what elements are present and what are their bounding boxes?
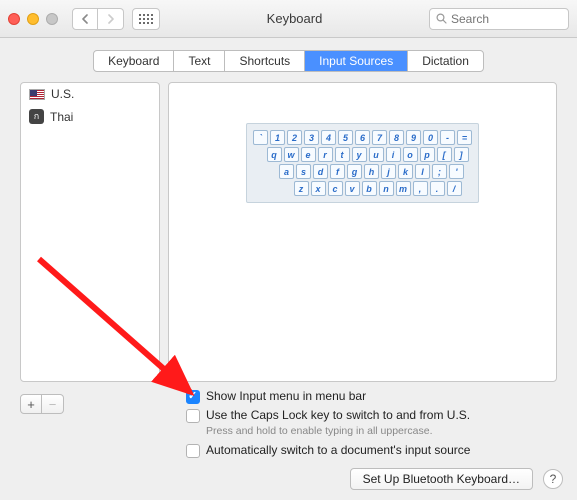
minimize-icon[interactable] xyxy=(27,13,39,25)
source-item-thai[interactable]: ก Thai xyxy=(21,105,159,128)
caps-lock-note: Press and hold to enable typing in all u… xyxy=(206,425,470,437)
grid-icon xyxy=(139,14,153,24)
key: l xyxy=(415,164,430,179)
key: v xyxy=(345,181,360,196)
help-button[interactable]: ? xyxy=(543,469,563,489)
key: c xyxy=(328,181,343,196)
key: f xyxy=(330,164,345,179)
bottom-bar: Set Up Bluetooth Keyboard… ? xyxy=(350,468,563,490)
key: - xyxy=(440,130,455,145)
key: / xyxy=(447,181,462,196)
window-title: Keyboard xyxy=(168,11,421,26)
titlebar: Keyboard xyxy=(0,0,577,38)
key: ; xyxy=(432,164,447,179)
key: h xyxy=(364,164,379,179)
key: q xyxy=(267,147,282,162)
thai-icon: ก xyxy=(29,109,44,124)
key: u xyxy=(369,147,384,162)
key: 5 xyxy=(338,130,353,145)
auto-switch-label: Automatically switch to a document's inp… xyxy=(206,443,470,457)
us-flag-icon xyxy=(29,89,45,100)
key: 3 xyxy=(304,130,319,145)
show-input-menu-label: Show Input menu in menu bar xyxy=(206,389,366,403)
keyboard-preview: `1234567890-= qwertyuiop[] asdfghjkl;' zxcv… xyxy=(168,82,557,382)
tab-bar: Keyboard Text Shortcuts Input Sources Di… xyxy=(0,50,577,72)
back-button[interactable] xyxy=(72,8,98,30)
forward-button[interactable] xyxy=(98,8,124,30)
nav-segment xyxy=(72,8,124,30)
key: 4 xyxy=(321,130,336,145)
bluetooth-keyboard-button[interactable]: Set Up Bluetooth Keyboard… xyxy=(350,468,533,490)
key: [ xyxy=(437,147,452,162)
key: 9 xyxy=(406,130,421,145)
key: 0 xyxy=(423,130,438,145)
key: ` xyxy=(253,130,268,145)
show-input-menu-checkbox[interactable] xyxy=(186,390,200,404)
key: i xyxy=(386,147,401,162)
key: o xyxy=(403,147,418,162)
key: g xyxy=(347,164,362,179)
key: . xyxy=(430,181,445,196)
key: a xyxy=(279,164,294,179)
auto-switch-checkbox[interactable] xyxy=(186,444,200,458)
key: n xyxy=(379,181,394,196)
key: w xyxy=(284,147,299,162)
key: p xyxy=(420,147,435,162)
window-controls xyxy=(8,13,58,25)
key: = xyxy=(457,130,472,145)
search-icon xyxy=(436,13,447,24)
search-field[interactable] xyxy=(429,8,569,30)
key: t xyxy=(335,147,350,162)
key: d xyxy=(313,164,328,179)
key: z xyxy=(294,181,309,196)
key: y xyxy=(352,147,367,162)
caps-lock-switch-label: Use the Caps Lock key to switch to and f… xyxy=(206,408,470,422)
key: 1 xyxy=(270,130,285,145)
input-source-list[interactable]: U.S. ก Thai xyxy=(20,82,160,382)
remove-source-button[interactable]: − xyxy=(42,394,64,414)
key: 6 xyxy=(355,130,370,145)
key: r xyxy=(318,147,333,162)
tab-shortcuts[interactable]: Shortcuts xyxy=(225,51,305,71)
add-remove-segment: + − xyxy=(20,394,64,414)
tab-keyboard[interactable]: Keyboard xyxy=(94,51,174,71)
key: j xyxy=(381,164,396,179)
key: 2 xyxy=(287,130,302,145)
caps-lock-switch-checkbox[interactable] xyxy=(186,409,200,423)
key: s xyxy=(296,164,311,179)
main-area: U.S. ก Thai `1234567890-= qwertyuiop[] asd… xyxy=(0,82,577,382)
key: ' xyxy=(449,164,464,179)
key: 8 xyxy=(389,130,404,145)
source-label: Thai xyxy=(50,110,73,124)
show-all-button[interactable] xyxy=(132,8,160,30)
key: ] xyxy=(454,147,469,162)
tab-dictation[interactable]: Dictation xyxy=(408,51,483,71)
key: x xyxy=(311,181,326,196)
close-icon[interactable] xyxy=(8,13,20,25)
key: , xyxy=(413,181,428,196)
zoom-icon xyxy=(46,13,58,25)
key: b xyxy=(362,181,377,196)
keyboard-layout: `1234567890-= qwertyuiop[] asdfghjkl;' zxcv… xyxy=(246,123,479,203)
options-area: Show Input menu in menu bar Use the Caps… xyxy=(186,389,470,462)
tab-text[interactable]: Text xyxy=(174,51,225,71)
key: e xyxy=(301,147,316,162)
key: 7 xyxy=(372,130,387,145)
key: k xyxy=(398,164,413,179)
key: m xyxy=(396,181,411,196)
search-input[interactable] xyxy=(451,12,562,26)
source-label: U.S. xyxy=(51,87,74,101)
tab-input-sources[interactable]: Input Sources xyxy=(305,51,408,71)
source-item-us[interactable]: U.S. xyxy=(21,83,159,105)
add-source-button[interactable]: + xyxy=(20,394,42,414)
